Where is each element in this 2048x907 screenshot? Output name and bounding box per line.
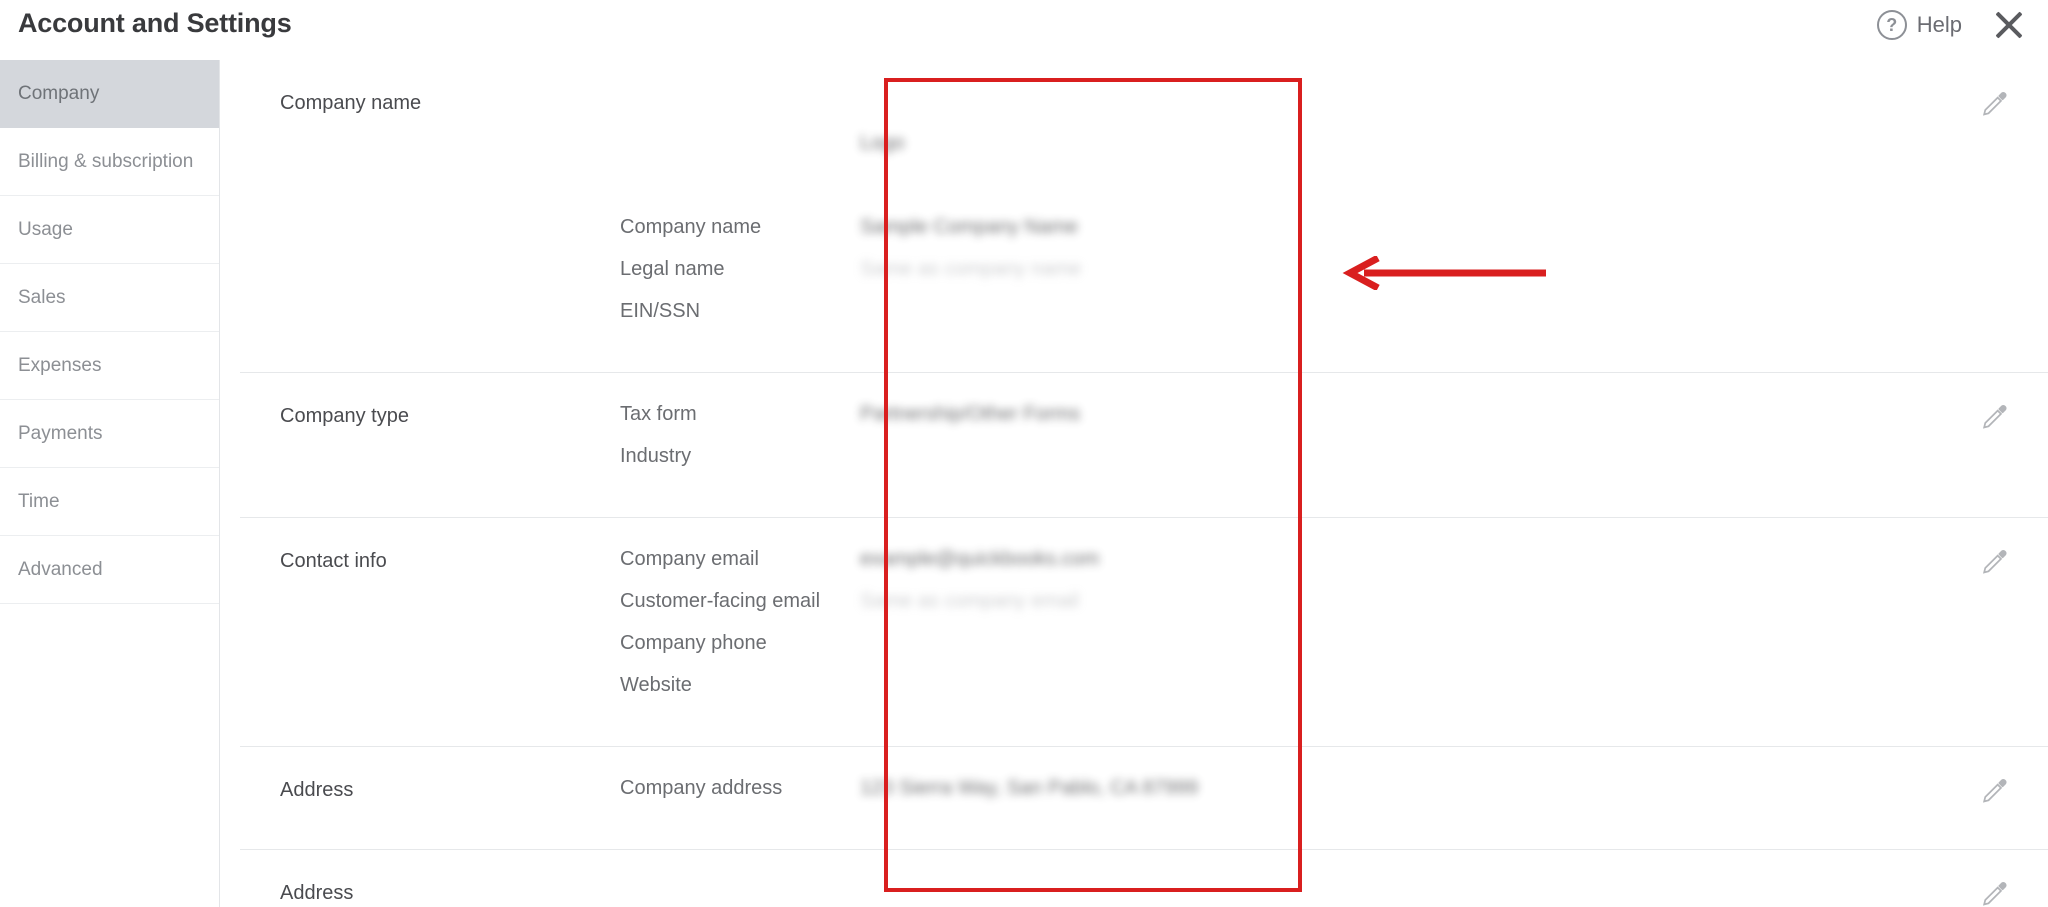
help-label: Help [1916,12,1962,37]
section-inner: Address Company address 123 Sierra Way, Sa… [240,747,2048,849]
pencil-icon[interactable] [1982,90,2008,116]
field-value: Logo [860,132,905,154]
field-row-spacer: Logo [480,132,1980,174]
field-row: Customer-facing email Same as company ema… [480,590,1980,632]
settings-section: Address Company address 123 Sierra Way, Sa… [240,747,2048,850]
section-fields: Company address 123 Sierra Way, San Pablo… [480,777,1980,819]
sidebar-item-company[interactable]: Company [0,60,219,128]
settings-sidebar: Company Billing & subscription Usage Sales E… [0,60,220,907]
field-row: Company phone [480,632,1980,674]
settings-section: Company type Tax form Partnership/Other Fo… [240,373,2048,518]
field-value: Partnership/Other Forms [860,403,1081,425]
field-value: 123 Sierra Way, San Pablo, CA 87999 [860,777,1198,799]
question-circle-icon: ? [1876,10,1907,40]
sidebar-item-expenses[interactable]: Expenses [0,332,219,400]
field-row: Tax form Partnership/Other Forms [480,403,1980,445]
section-inner: Address [240,850,2048,907]
account-settings-window: Account and Settings ? Help Company Billi… [0,0,2048,907]
field-row-spacer [480,174,1980,216]
field-label: Company phone [620,632,767,654]
close-icon[interactable] [1990,6,2028,44]
settings-section: Company name Logo Company name Sample Compa… [240,60,2048,373]
field-row: Legal name Same as company name [480,258,1980,300]
pencil-icon[interactable] [1982,548,2008,574]
section-fields [480,880,1980,905]
page-title: Account and Settings [18,8,292,38]
section-title: Company name [280,92,422,114]
section-inner: Company type Tax form Partnership/Other Fo… [240,373,2048,517]
sidebar-item-usage[interactable]: Usage [0,196,219,264]
sidebar-item-label: Time [18,490,60,512]
sidebar-item-label: Expenses [18,354,102,376]
field-row: Company address 123 Sierra Way, San Pablo… [480,777,1980,819]
sidebar-item-label: Advanced [18,558,103,580]
field-row-spacer [480,90,1980,132]
sidebar-item-label: Payments [18,422,103,444]
sidebar-item-label: Company [18,82,100,104]
pencil-icon[interactable] [1982,880,2008,906]
sidebar-item-sales[interactable]: Sales [0,264,219,332]
field-label: Company address [620,777,783,799]
field-label: Customer-facing email [620,590,821,612]
field-label: Industry [620,445,692,467]
field-label: Tax form [620,403,697,425]
field-row: Website [480,674,1980,716]
field-value: Same as company name [860,258,1082,280]
sidebar-item-label: Sales [18,286,66,308]
section-title: Address [280,882,354,904]
header-actions: ? Help [1876,6,2028,44]
section-title: Company type [280,405,409,427]
sidebar-item-billing-subscription[interactable]: Billing & subscription [0,128,219,196]
field-row: EIN/SSN [480,300,1980,342]
section-inner: Company name Logo Company name Sample Compa… [240,60,2048,372]
sidebar-item-advanced[interactable]: Advanced [0,536,219,604]
sidebar-item-time[interactable]: Time [0,468,219,536]
field-value: example@quickbooks.com [860,548,1100,570]
section-fields: Tax form Partnership/Other Forms Industry [480,403,1980,487]
sidebar-item-label: Usage [18,218,73,240]
help-button[interactable]: ? Help [1876,10,1962,40]
field-label: Company email [620,548,759,570]
section-fields: Company email example@quickbooks.com Custo… [480,548,1980,716]
section-title: Address [280,779,354,801]
pencil-icon[interactable] [1982,777,2008,803]
sidebar-item-payments[interactable]: Payments [0,400,219,468]
sidebar-item-label: Billing & subscription [18,150,194,172]
settings-section: Address [240,850,2048,907]
pencil-icon[interactable] [1982,403,2008,429]
field-row: Company email example@quickbooks.com [480,548,1980,590]
settings-section: Contact info Company email example@quickbo… [240,518,2048,747]
field-value: Sample Company Name [860,216,1078,238]
field-row: Company name Sample Company Name [480,216,1980,258]
section-fields: Logo Company name Sample Company Name Legal… [480,90,1980,342]
settings-content: Company name Logo Company name Sample Compa… [220,60,2048,907]
section-title: Contact info [280,550,387,572]
field-label: Legal name [620,258,725,280]
field-row: Industry [480,445,1980,487]
field-label: Website [620,674,692,696]
field-label: EIN/SSN [620,300,701,322]
field-value: Same as company email [860,590,1079,612]
section-inner: Contact info Company email example@quickbo… [240,518,2048,746]
window-header: Account and Settings ? Help [0,0,2048,60]
field-label: Company name [620,216,762,238]
